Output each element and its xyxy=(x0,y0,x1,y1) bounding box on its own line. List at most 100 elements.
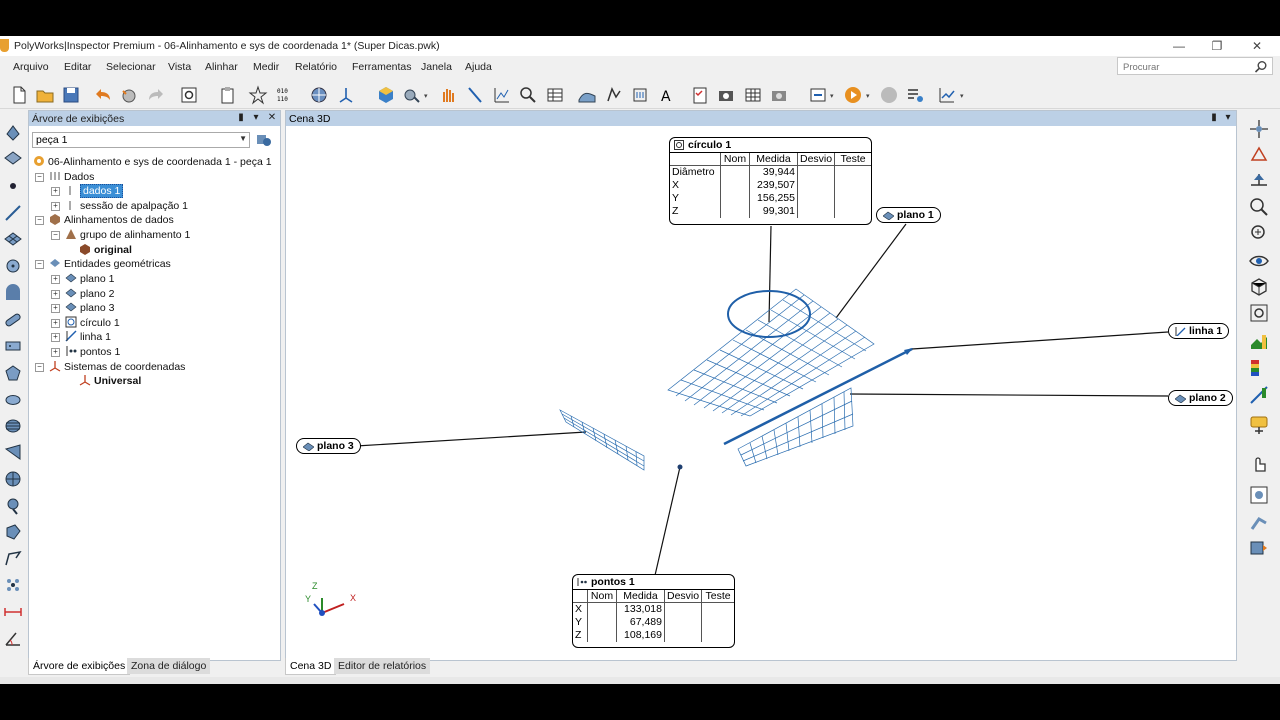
tab-cena-3d[interactable]: Cena 3D xyxy=(285,658,337,675)
tree-universal[interactable]: Universal xyxy=(79,374,141,388)
tab-editor-relatorios[interactable]: Editor de relatórios xyxy=(334,658,431,674)
tree-circulo-1[interactable]: + círculo 1 xyxy=(51,316,120,330)
slot-icon[interactable] xyxy=(3,310,23,330)
arc-icon[interactable] xyxy=(3,283,23,303)
plano2-label[interactable]: plano 2 xyxy=(1168,390,1233,406)
collapse-icon[interactable]: − xyxy=(35,173,44,182)
stop-icon[interactable] xyxy=(879,85,899,105)
panel-menu-icon[interactable]: ▾ xyxy=(250,112,262,124)
device-probe-icon[interactable] xyxy=(1248,484,1270,506)
menu-relatorio[interactable]: Relatório xyxy=(295,61,337,73)
cylinder-icon[interactable] xyxy=(3,416,23,436)
menu-medir[interactable]: Medir xyxy=(253,61,279,73)
save-icon[interactable] xyxy=(61,85,81,105)
play-icon[interactable] xyxy=(843,85,863,105)
measure-tool-icon[interactable] xyxy=(1248,384,1270,406)
menu-editar[interactable]: Editar xyxy=(64,61,91,73)
tree-linha-1[interactable]: + linha 1 xyxy=(51,330,111,344)
macro-dropdown-icon[interactable]: ▾ xyxy=(830,92,836,100)
zoom-icon[interactable] xyxy=(518,85,538,105)
cube-view-icon[interactable] xyxy=(1248,276,1270,298)
sequence-icon[interactable] xyxy=(905,85,925,105)
search-icon[interactable] xyxy=(1254,60,1268,74)
torus-icon[interactable] xyxy=(3,496,23,516)
collapse-icon[interactable]: − xyxy=(35,216,44,225)
tab-zona-dialogo[interactable]: Zona de diálogo xyxy=(127,658,211,674)
feature-icon[interactable] xyxy=(3,122,23,142)
trend-chart-icon[interactable] xyxy=(937,85,957,105)
star-probe-icon[interactable] xyxy=(248,85,268,105)
play-dropdown-icon[interactable]: ▾ xyxy=(866,92,872,100)
tree-pontos-1[interactable]: + pontos 1 xyxy=(51,345,120,359)
angle-icon[interactable] xyxy=(3,628,23,648)
annotation-add-icon[interactable] xyxy=(1248,414,1270,436)
expand-icon[interactable]: + xyxy=(51,202,60,211)
pin-icon[interactable]: ▮ xyxy=(235,112,247,124)
macro-icon[interactable] xyxy=(808,85,828,105)
tree-root-project[interactable]: 06-Alinhamento e sys de coordenada 1 - p… xyxy=(33,155,272,169)
tab-arvore-exibicoes[interactable]: Árvore de exibições xyxy=(28,658,131,675)
polyline-icon[interactable] xyxy=(3,549,23,569)
options-gear-icon[interactable] xyxy=(179,85,199,105)
color-map-icon[interactable] xyxy=(1248,331,1270,353)
expand-icon[interactable]: + xyxy=(51,290,60,299)
redo-icon[interactable] xyxy=(146,85,166,105)
table-icon[interactable] xyxy=(743,85,763,105)
scene-pin-icon[interactable]: ▮ xyxy=(1208,112,1220,124)
gauge-icon[interactable] xyxy=(630,85,650,105)
surface-icon[interactable] xyxy=(577,85,597,105)
layer-view-icon[interactable] xyxy=(1248,170,1270,192)
checklist-icon[interactable] xyxy=(690,85,710,105)
expand-icon[interactable]: + xyxy=(51,333,60,342)
hand-pointer-icon[interactable] xyxy=(1248,452,1270,474)
graph-table-icon[interactable] xyxy=(492,85,512,105)
undo-icon[interactable] xyxy=(93,85,113,105)
tree-plano-1[interactable]: + plano 1 xyxy=(51,272,114,286)
collapse-icon[interactable]: − xyxy=(51,231,60,240)
cube-color-icon[interactable] xyxy=(376,85,396,105)
menu-selecionar[interactable]: Selecionar xyxy=(106,61,156,73)
chevron-down-icon[interactable]: ▼ xyxy=(239,134,247,143)
menu-janela[interactable]: Janela xyxy=(421,61,452,73)
polygon-icon[interactable] xyxy=(3,363,23,383)
expand-icon[interactable]: + xyxy=(51,319,60,328)
color-scale-icon[interactable] xyxy=(1248,357,1270,379)
expand-icon[interactable]: + xyxy=(51,187,60,196)
distance-icon[interactable] xyxy=(3,602,23,622)
expand-icon[interactable]: + xyxy=(51,304,60,313)
new-file-icon[interactable] xyxy=(9,85,29,105)
text-annotation-icon[interactable]: A xyxy=(657,85,677,105)
circle1-callout[interactable]: círculo 1 Nom Medida Desvio Teste Diâmet… xyxy=(669,137,872,225)
plano3-label[interactable]: plano 3 xyxy=(296,438,361,454)
device-arm-icon[interactable] xyxy=(1248,511,1270,533)
point-cloud-icon[interactable] xyxy=(3,575,23,595)
panel-close-icon[interactable]: ✕ xyxy=(266,112,278,124)
tree-sessao-apalpacao[interactable]: + sessão de apalpação 1 xyxy=(51,199,188,213)
collapse-icon[interactable]: − xyxy=(35,260,44,269)
zoom-extent-icon[interactable] xyxy=(1248,222,1270,244)
cross-section-icon[interactable] xyxy=(604,85,624,105)
ball-icon[interactable] xyxy=(309,85,329,105)
history-icon[interactable] xyxy=(119,85,139,105)
menu-vista[interactable]: Vista xyxy=(168,61,191,73)
surface-point-icon[interactable] xyxy=(3,522,23,542)
view-fit-icon[interactable] xyxy=(1248,118,1270,140)
collapse-icon[interactable]: − xyxy=(35,363,44,372)
clipboard-icon[interactable] xyxy=(217,85,237,105)
device-scanner-icon[interactable] xyxy=(1248,537,1270,559)
ellipse-icon[interactable] xyxy=(3,390,23,410)
zoom-view-icon[interactable] xyxy=(1248,196,1270,218)
camera-capture-icon[interactable] xyxy=(716,85,736,105)
cone-icon[interactable] xyxy=(3,442,23,462)
piece-manager-icon[interactable] xyxy=(255,131,273,149)
points1-callout[interactable]: pontos 1 Nom Medida Desvio Teste X 133,0… xyxy=(572,574,735,648)
plane-icon[interactable] xyxy=(3,229,23,249)
object-combo[interactable]: peça 1 ▼ xyxy=(32,132,250,148)
tree-dados[interactable]: − Dados xyxy=(35,170,94,184)
report-grid-icon[interactable] xyxy=(545,85,565,105)
tree-grupo-alinhamento[interactable]: − grupo de alinhamento 1 xyxy=(51,228,190,242)
best-fit-dropdown-icon[interactable]: ▾ xyxy=(424,92,430,100)
tree-sistemas-coordenadas[interactable]: − Sistemas de coordenadas xyxy=(35,360,185,374)
circle-icon[interactable] xyxy=(3,256,23,276)
expand-icon[interactable]: + xyxy=(51,275,60,284)
